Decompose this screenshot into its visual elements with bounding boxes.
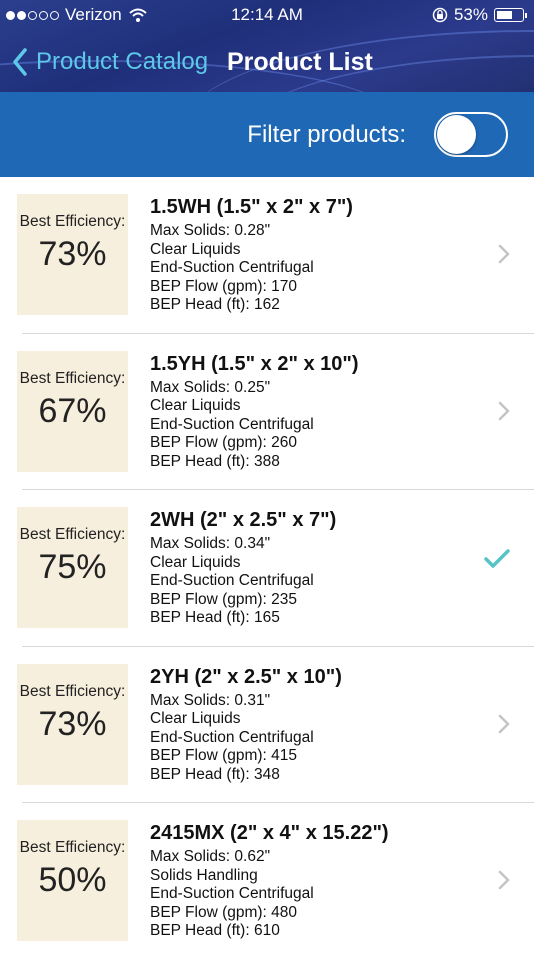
max-solids: Max Solids: 0.28": [150, 222, 271, 239]
efficiency-box: Best Efficiency: 50%: [17, 820, 128, 941]
status-right: 53%: [432, 5, 527, 25]
product-row[interactable]: Best Efficiency: 67% 1.5YH (1.5" x 2" x …: [0, 334, 534, 490]
efficiency-value: 50%: [38, 861, 107, 899]
product-row[interactable]: Best Efficiency: 75% 2WH (2" x 2.5" x 7"…: [0, 490, 534, 647]
product-info: 1.5YH (1.5" x 2" x 10") Max Solids: 0.25…: [150, 353, 359, 472]
product-name: 2415MX (2" x 4" x 15.22"): [150, 822, 389, 844]
product-name: 2WH (2" x 2.5" x 7"): [150, 509, 337, 531]
product-info: 2WH (2" x 2.5" x 7") Max Solids: 0.34" C…: [150, 509, 336, 628]
navigation-bar: Product Catalog Product List: [0, 40, 534, 84]
status-bar: Verizon 12:14 AM 53%: [0, 0, 534, 30]
chevron-right-icon: [498, 714, 510, 733]
checkmark-icon: [484, 549, 510, 568]
bep-head: BEP Head (ft): 348: [150, 765, 280, 783]
product-name: 1.5WH (1.5" x 2" x 7"): [150, 196, 353, 218]
bep-flow: BEP Flow (gpm): 170: [150, 277, 298, 295]
battery-nub: [525, 13, 527, 18]
product-list: Best Efficiency: 73% 1.5WH (1.5" x 2" x …: [0, 177, 534, 960]
efficiency-box: Best Efficiency: 75%: [17, 507, 128, 628]
efficiency-label: Best Efficiency:: [19, 526, 126, 543]
bep-flow: BEP Flow (gpm): 260: [150, 434, 298, 452]
max-solids: Max Solids: 0.25": [150, 378, 271, 396]
liquid-type: Solids Handling: [150, 866, 258, 884]
pump-type: End-Suction Centrifugal: [150, 728, 314, 746]
pump-type: End-Suction Centrifugal: [150, 259, 314, 277]
back-button-label: Product Catalog: [36, 48, 209, 75]
header: Verizon 12:14 AM 53% Product Catalog Pro…: [0, 0, 534, 92]
liquid-type: Clear Liquids: [150, 553, 241, 571]
liquid-type: Clear Liquids: [150, 710, 241, 728]
bep-head: BEP Head (ft): 162: [150, 296, 280, 314]
product-row[interactable]: Best Efficiency: 73% 1.5WH (1.5" x 2" x …: [0, 177, 534, 334]
efficiency-label: Best Efficiency:: [19, 839, 126, 856]
bep-head: BEP Head (ft): 388: [150, 452, 280, 470]
product-row[interactable]: Best Efficiency: 50% 2415MX (2" x 4" x 1…: [0, 803, 534, 960]
max-solids: Max Solids: 0.34": [150, 535, 271, 552]
back-button[interactable]: Product Catalog: [12, 40, 208, 84]
liquid-type: Clear Liquids: [150, 240, 241, 258]
product-info: 1.5WH (1.5" x 2" x 7") Max Solids: 0.28"…: [150, 196, 353, 315]
bep-flow: BEP Flow (gpm): 480: [150, 903, 298, 921]
efficiency-label: Best Efficiency:: [19, 682, 126, 700]
chevron-right-icon: [498, 401, 510, 420]
bep-head: BEP Head (ft): 610: [150, 922, 280, 940]
max-solids: Max Solids: 0.62": [150, 848, 271, 865]
bep-head: BEP Head (ft): 165: [150, 609, 280, 627]
chevron-left-icon: [13, 48, 27, 76]
efficiency-box: Best Efficiency: 67%: [17, 350, 128, 472]
filter-toggle[interactable]: [434, 112, 508, 157]
rotation-lock-icon: [432, 7, 448, 23]
battery-level: [497, 11, 512, 19]
product-name: 1.5YH (1.5" x 2" x 10"): [150, 352, 359, 375]
filter-label: Filter products:: [247, 121, 406, 148]
efficiency-box: Best Efficiency: 73%: [17, 194, 128, 315]
page-title: Product List: [227, 48, 373, 76]
pump-type: End-Suction Centrifugal: [150, 415, 314, 433]
toggle-knob: [437, 115, 476, 154]
battery-percent: 53%: [453, 5, 488, 24]
liquid-type: Clear Liquids: [150, 397, 241, 415]
efficiency-value: 67%: [38, 391, 107, 430]
product-info: 2YH (2" x 2.5" x 10") Max Solids: 0.31" …: [150, 666, 342, 785]
chevron-right-icon: [498, 244, 510, 264]
pump-type: End-Suction Centrifugal: [150, 572, 314, 590]
bep-flow: BEP Flow (gpm): 415: [150, 747, 298, 765]
chevron-right-icon: [498, 870, 510, 890]
product-name: 2YH (2" x 2.5" x 10"): [150, 665, 342, 688]
product-info: 2415MX (2" x 4" x 15.22") Max Solids: 0.…: [150, 822, 389, 941]
max-solids: Max Solids: 0.31": [150, 691, 271, 709]
product-row[interactable]: Best Efficiency: 73% 2YH (2" x 2.5" x 10…: [0, 647, 534, 803]
efficiency-value: 73%: [38, 704, 107, 743]
battery-icon: [494, 8, 527, 22]
efficiency-box: Best Efficiency: 73%: [17, 663, 128, 785]
bep-flow: BEP Flow (gpm): 235: [150, 590, 298, 608]
efficiency-label: Best Efficiency:: [19, 213, 126, 230]
efficiency-label: Best Efficiency:: [19, 369, 126, 387]
efficiency-value: 75%: [38, 548, 107, 586]
pump-type: End-Suction Centrifugal: [150, 885, 314, 903]
efficiency-value: 73%: [38, 235, 107, 273]
